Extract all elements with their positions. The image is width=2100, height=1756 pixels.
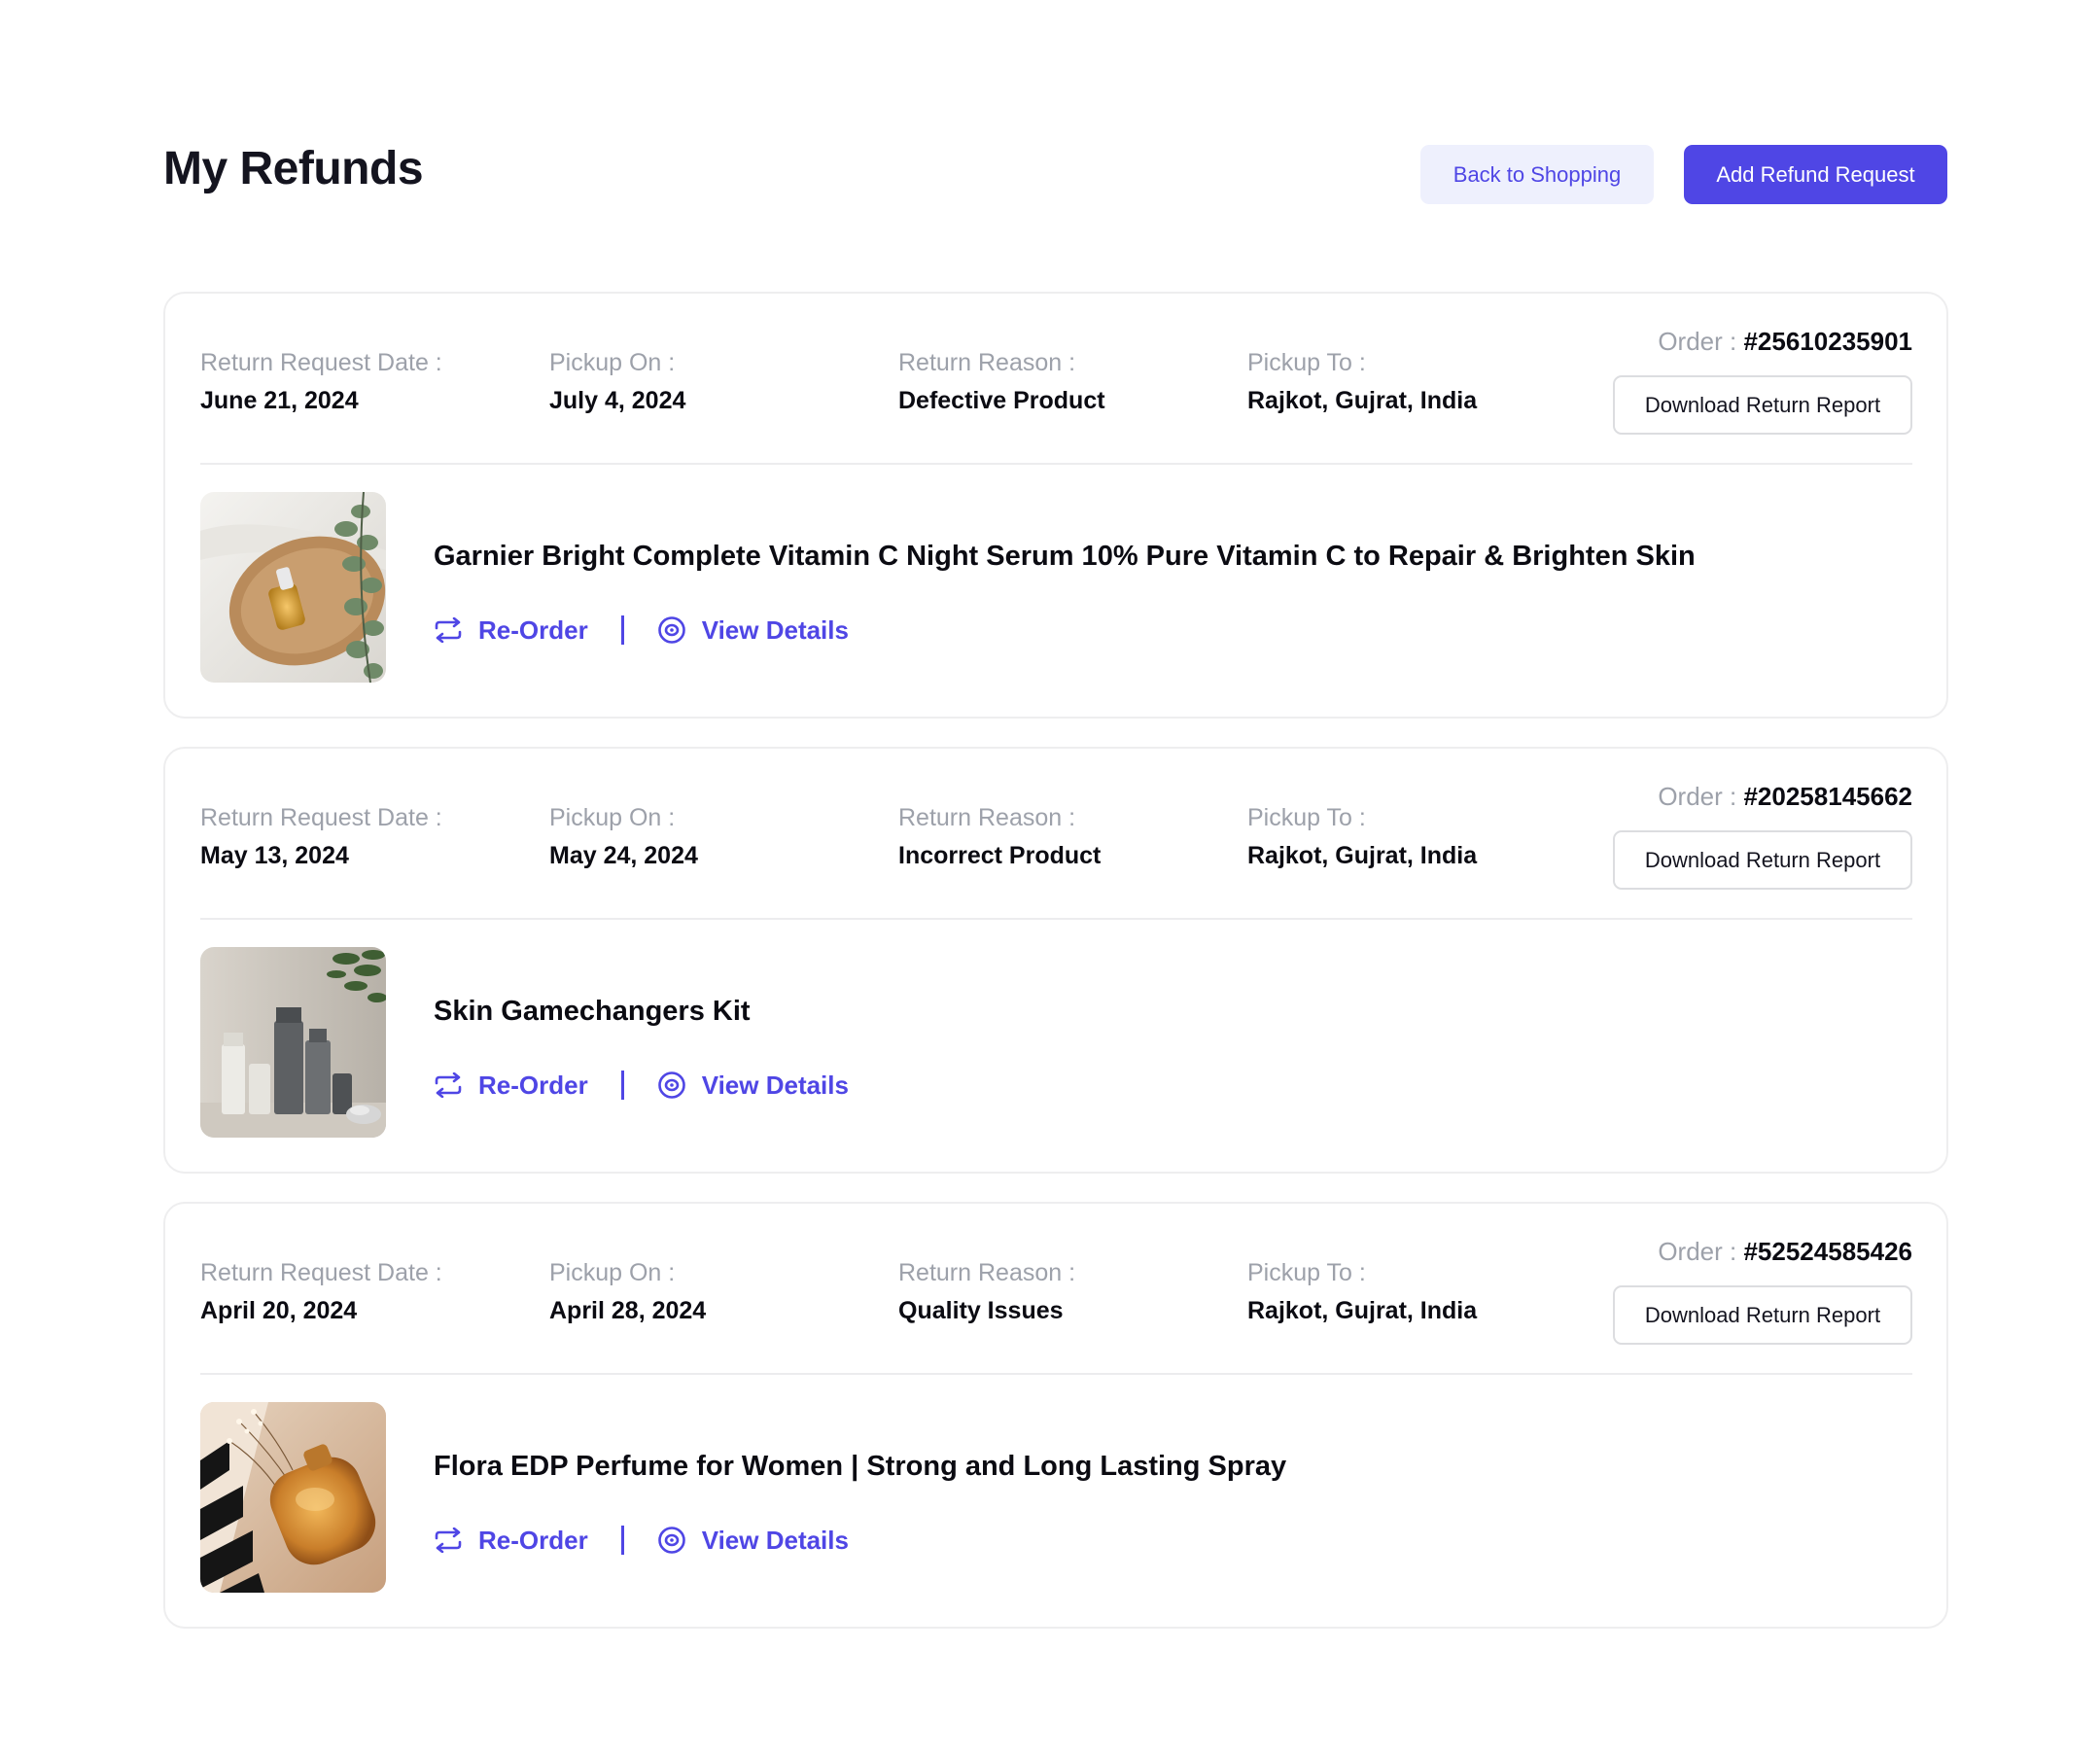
order-label: Order :: [1658, 327, 1737, 356]
return-reason-label: Return Reason :: [898, 804, 1076, 831]
request-date-value: May 13, 2024: [200, 842, 349, 869]
return-reason-field: Return Reason : Defective Product: [898, 348, 1105, 415]
card-divider: [200, 918, 1912, 920]
product-image-kit: [200, 947, 386, 1138]
return-reason-value: Defective Product: [898, 387, 1105, 414]
product-name: Garnier Bright Complete Vitamin C Night …: [434, 541, 1696, 572]
view-details-label: View Details: [701, 1525, 849, 1555]
reorder-icon: [435, 1072, 462, 1098]
reorder-link[interactable]: Re-Order: [434, 1526, 588, 1556]
return-reason-field: Return Reason : Incorrect Product: [898, 803, 1101, 870]
view-details-link[interactable]: View Details: [657, 1526, 849, 1556]
pickup-on-value: July 4, 2024: [549, 387, 686, 414]
order-info: Order : #20258145662: [1658, 781, 1912, 812]
request-date-label: Return Request Date :: [200, 1259, 442, 1286]
request-date-label: Return Request Date :: [200, 804, 442, 831]
pickup-to-label: Pickup To :: [1247, 1259, 1366, 1286]
product-image-serum: [200, 492, 386, 683]
refund-meta: Return Request Date : April 20, 2024 Pic…: [200, 1258, 1561, 1336]
product-actions: Re-Order View Details: [434, 1521, 849, 1560]
reorder-label: Re-Order: [478, 615, 588, 645]
reorder-link[interactable]: Re-Order: [434, 615, 588, 646]
pickup-on-field: Pickup On : May 24, 2024: [549, 803, 698, 870]
add-refund-request-button[interactable]: Add Refund Request: [1684, 145, 1947, 204]
pickup-on-value: May 24, 2024: [549, 842, 698, 869]
pickup-to-label: Pickup To :: [1247, 804, 1366, 831]
pickup-to-label: Pickup To :: [1247, 349, 1366, 376]
product-image-perfume: [200, 1402, 386, 1593]
product-name: Skin Gamechangers Kit: [434, 996, 751, 1027]
view-details-link[interactable]: View Details: [657, 615, 849, 646]
view-details-label: View Details: [701, 615, 849, 645]
request-date-value: June 21, 2024: [200, 387, 359, 414]
pickup-on-value: April 28, 2024: [549, 1297, 707, 1324]
pickup-on-field: Pickup On : July 4, 2024: [549, 348, 685, 415]
return-reason-label: Return Reason :: [898, 349, 1076, 376]
back-to-shopping-button[interactable]: Back to Shopping: [1420, 145, 1654, 204]
return-reason-field: Return Reason : Quality Issues: [898, 1258, 1075, 1325]
pickup-on-label: Pickup On :: [549, 804, 676, 831]
view-details-link[interactable]: View Details: [657, 1071, 849, 1101]
request-date-label: Return Request Date :: [200, 349, 442, 376]
pickup-to-field: Pickup To : Rajkot, Gujrat, India: [1247, 1258, 1477, 1325]
return-reason-value: Quality Issues: [898, 1297, 1064, 1324]
request-date-field: Return Request Date : April 20, 2024: [200, 1258, 442, 1325]
request-date-field: Return Request Date : May 13, 2024: [200, 803, 442, 870]
reorder-icon: [435, 617, 462, 643]
order-number: #20258145662: [1743, 782, 1912, 811]
refund-card: Return Request Date : May 13, 2024 Picku…: [163, 747, 1948, 1174]
download-return-report-button[interactable]: Download Return Report: [1613, 830, 1912, 890]
reorder-icon: [435, 1528, 462, 1553]
pickup-on-label: Pickup On :: [549, 1259, 676, 1286]
refund-meta: Return Request Date : June 21, 2024 Pick…: [200, 348, 1561, 426]
header-actions: Back to Shopping Add Refund Request: [1420, 145, 1947, 204]
pickup-to-field: Pickup To : Rajkot, Gujrat, India: [1247, 348, 1477, 415]
order-label: Order :: [1658, 1237, 1737, 1266]
card-divider: [200, 463, 1912, 465]
page-title: My Refunds: [163, 143, 424, 194]
refund-card: Return Request Date : April 20, 2024 Pic…: [163, 1202, 1948, 1629]
pickup-to-value: Rajkot, Gujrat, India: [1247, 387, 1478, 414]
return-reason-value: Incorrect Product: [898, 842, 1102, 869]
order-info: Order : #52524585426: [1658, 1236, 1912, 1267]
reorder-label: Re-Order: [478, 1070, 588, 1100]
order-info: Order : #25610235901: [1658, 326, 1912, 357]
refund-meta: Return Request Date : May 13, 2024 Picku…: [200, 803, 1561, 881]
card-divider: [200, 1373, 1912, 1375]
product-actions: Re-Order View Details: [434, 1066, 849, 1105]
download-return-report-button[interactable]: Download Return Report: [1613, 1285, 1912, 1345]
action-separator: [620, 615, 624, 645]
order-number: #25610235901: [1743, 327, 1912, 356]
pickup-to-value: Rajkot, Gujrat, India: [1247, 842, 1478, 869]
order-number: #52524585426: [1743, 1237, 1912, 1266]
action-separator: [620, 1526, 624, 1555]
action-separator: [620, 1071, 624, 1100]
order-label: Order :: [1658, 782, 1737, 811]
view-details-label: View Details: [701, 1070, 849, 1100]
eye-icon: [657, 1527, 685, 1554]
product-name: Flora EDP Perfume for Women | Strong and…: [434, 1451, 1287, 1482]
pickup-to-field: Pickup To : Rajkot, Gujrat, India: [1247, 803, 1477, 870]
download-return-report-button[interactable]: Download Return Report: [1613, 375, 1912, 435]
request-date-field: Return Request Date : June 21, 2024: [200, 348, 442, 415]
request-date-value: April 20, 2024: [200, 1297, 358, 1324]
reorder-link[interactable]: Re-Order: [434, 1071, 588, 1101]
refund-card: Return Request Date : June 21, 2024 Pick…: [163, 292, 1948, 719]
return-reason-label: Return Reason :: [898, 1259, 1076, 1286]
product-actions: Re-Order View Details: [434, 611, 849, 650]
eye-icon: [657, 1071, 685, 1099]
reorder-label: Re-Order: [478, 1525, 588, 1555]
pickup-to-value: Rajkot, Gujrat, India: [1247, 1297, 1478, 1324]
eye-icon: [657, 616, 685, 644]
pickup-on-field: Pickup On : April 28, 2024: [549, 1258, 706, 1325]
pickup-on-label: Pickup On :: [549, 349, 676, 376]
